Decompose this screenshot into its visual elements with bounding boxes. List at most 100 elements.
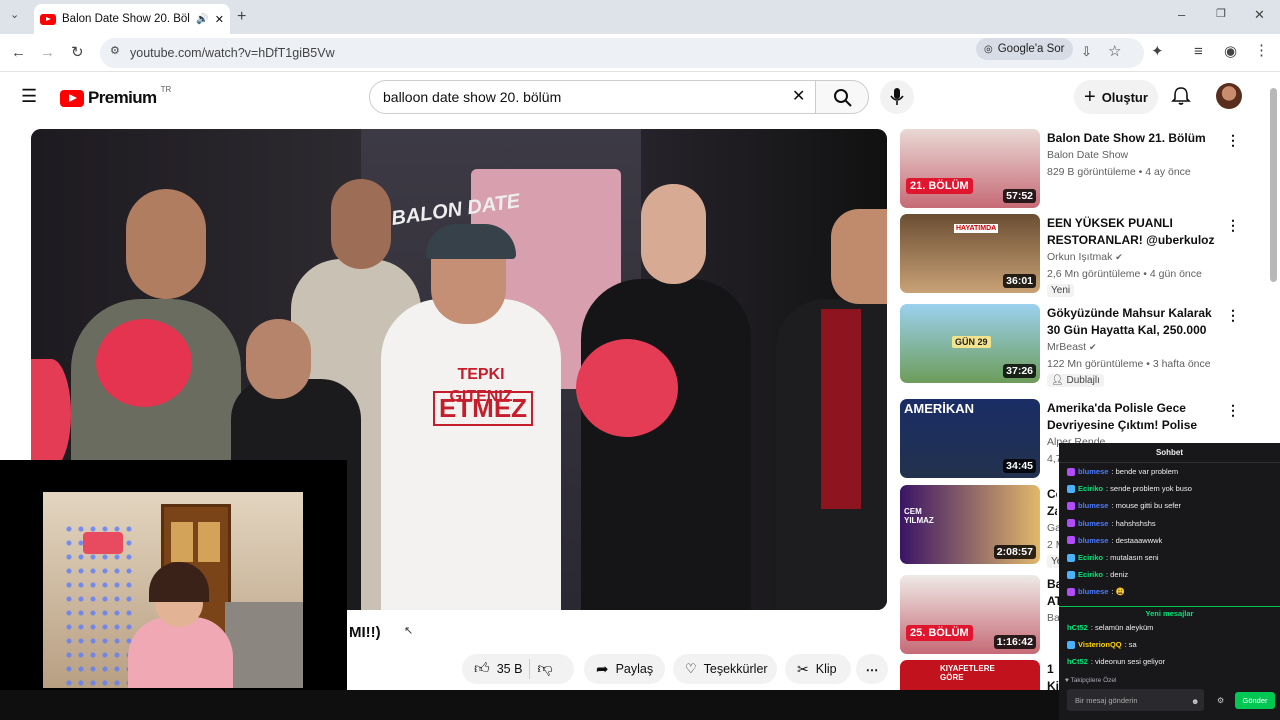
notifications-bell-icon[interactable] [1171,86,1191,106]
more-actions-button[interactable]: ⋯ [856,654,888,684]
chat-username[interactable]: blumese [1078,501,1108,510]
thanks-button[interactable]: ♡ Teşekkürler [673,654,777,684]
ask-google-button[interactable]: ◎ Google'a Sor [976,38,1073,60]
install-app-icon[interactable]: ⇩ [1081,45,1092,58]
share-arrow-icon: ➦ [596,661,609,678]
video-thumbnail[interactable]: 25. BÖLÜM 1:16:42 [900,575,1040,654]
video-thumbnail[interactable]: KIYAFETLERE GÖRE [900,660,1040,690]
voice-search-button[interactable] [880,80,914,114]
more-options-kebab-icon[interactable]: ⋮ [1226,402,1240,419]
media-control-icon[interactable]: ≡ [1194,44,1203,59]
search-query: balloon date show 20. bölüm [383,89,562,105]
dislike-thumb-down-icon[interactable]: 👎︎ [537,660,552,678]
chat-message: VisterionQQ: sa [1067,640,1137,649]
share-button[interactable]: ➦ Paylaş [584,654,665,684]
like-count[interactable]: 35 B [497,662,523,676]
chat-text: : selamün aleyküm [1090,623,1154,632]
recommendation-title[interactable]: Amerika'da Polisle Gece Devriyesine Çıkt… [1047,400,1217,434]
mouse-cursor-icon: ↖ [404,625,414,637]
chat-username[interactable]: blumese [1078,536,1108,545]
chat-settings-gear-icon[interactable]: ⚙ [1217,696,1224,705]
hamburger-menu-icon[interactable]: ☰ [21,87,37,105]
emoji-icon[interactable]: ☻ [1191,697,1199,706]
youtube-logo[interactable]: Premium TR [60,85,171,108]
search-input[interactable]: balloon date show 20. bölüm ✕ [369,80,816,114]
search-button[interactable] [815,80,869,114]
red-balloon [96,319,192,407]
tab-audio-icon[interactable]: 🔊 [196,14,208,25]
browser-tab-active[interactable]: Balon Date Show 20. Bölüm 🔊 ✕ [34,4,230,34]
chat-username[interactable]: blumese [1078,587,1108,596]
chat-username[interactable]: Eciriko [1078,484,1103,493]
tab-close-icon[interactable]: ✕ [215,13,224,26]
recommendation-title[interactable]: Gökyüzünde Mahsur Kalarak 30 Gün Hayatta… [1047,305,1217,339]
clear-search-icon[interactable]: ✕ [792,89,805,105]
chat-username[interactable]: VisterionQQ [1078,640,1122,649]
recommendation-item[interactable]: GÜN 29 37:26 Gökyüzünde Mahsur Kalarak 3… [900,304,1260,387]
person-white-shirt-figure [381,299,561,610]
page-scrollbar[interactable] [1270,88,1277,282]
chat-username[interactable]: blumese [1078,519,1108,528]
channel-name[interactable]: Orkun Işıtmak ✔ [1047,251,1123,263]
forward-arrow-icon[interactable]: → [40,45,55,60]
video-thumbnail[interactable]: AMERİKAN 34:45 [900,399,1040,478]
chat-text: : mouse gitti bu sefer [1111,501,1182,511]
extensions-puzzle-icon[interactable]: ✦ [1151,44,1164,59]
video-thumbnail[interactable]: HAYATIMDA 36:01 [900,214,1040,293]
duration-badge: 34:45 [1003,459,1036,473]
site-info-icon[interactable]: ⚙ [110,46,120,57]
window-close-icon[interactable]: ✕ [1254,8,1265,21]
logo-premium-text: Premium [88,88,157,107]
video-thumbnail[interactable]: 21. BÖLÜM 57:52 [900,129,1040,208]
recommendation-title[interactable]: EEN YÜKSEK PUANLI RESTORANLAR! @uberkulo… [1047,215,1217,249]
recommendation-item[interactable]: HAYATIMDA 36:01 EEN YÜKSEK PUANLI RESTOR… [900,214,1260,297]
channel-name[interactable]: MrBeast ✔ [1047,341,1097,353]
thumbnail-caption: GÜN 29 [952,336,991,348]
window-minimize-icon[interactable]: – [1178,8,1185,21]
recommendation-title[interactable]: 1 Ki [1047,661,1059,690]
chat-input[interactable]: Bir mesaj gönderin [1067,689,1204,711]
create-button[interactable]: + Oluştur [1074,80,1158,114]
send-button[interactable]: Gönder [1235,692,1275,709]
more-options-kebab-icon[interactable]: ⋮ [1226,307,1240,324]
chat-message: blumese: 😩 [1067,587,1125,596]
chat-mode: ♥ Takipçilere Özel [1065,677,1117,684]
chat-message: blumese: hahshshshs [1067,519,1156,528]
back-arrow-icon[interactable]: ← [11,45,26,60]
view-meta: 829 B görüntüleme • 4 ay önce [1047,166,1191,178]
reload-icon[interactable]: ↻ [71,45,84,60]
bookmark-star-icon[interactable]: ☆ [1108,44,1121,59]
new-badge: Yeni [1047,284,1075,297]
chat-username[interactable]: hCt52 [1067,657,1088,666]
video-thumbnail[interactable]: CEM YILMAZ 2:08:57 [900,485,1040,564]
window-maximize-icon[interactable]: ❐ [1216,9,1226,20]
chat-text: : 😩 [1111,587,1125,597]
chat-text: : bende var problem [1111,467,1179,476]
browser-menu-icon[interactable]: ⋮ [1254,43,1269,58]
ask-google-label: Google'a Sor [997,43,1065,55]
more-options-kebab-icon[interactable]: ⋮ [1226,217,1240,234]
recommendation-title[interactable]: Ba AT [1047,576,1059,610]
google-lens-icon: ◎ [984,43,993,55]
more-options-kebab-icon[interactable]: ⋮ [1226,132,1240,149]
channel-name[interactable]: Ba [1047,612,1060,624]
clip-button[interactable]: ✂ Klip [785,654,851,684]
recommendation-title[interactable]: Ce Za [1047,486,1057,520]
chat-username[interactable]: hCt52 [1067,623,1088,632]
new-messages-divider: Yeni mesajlar [1059,606,1280,618]
recommendation-item[interactable]: 21. BÖLÜM 57:52 Balon Date Show 21. Bölü… [900,129,1260,211]
like-thumb-up-icon[interactable]: 👍︎ [474,660,490,678]
chat-username[interactable]: blumese [1078,467,1108,476]
chat-username[interactable]: Eciriko [1078,553,1103,562]
recommendation-title[interactable]: Balon Date Show 21. Bölüm [1047,130,1217,147]
tab-list-chevron-icon[interactable]: ⌄ [10,10,19,21]
profile-icon[interactable]: ◉ [1224,44,1237,59]
user-avatar[interactable] [1216,83,1242,109]
channel-name[interactable]: Balon Date Show [1047,149,1128,161]
video-thumbnail[interactable]: GÜN 29 37:26 [900,304,1040,383]
microphone-icon [890,88,904,105]
shirt-text-2: ETMEZ [433,391,533,426]
chat-message: blumese: destaaawwwk [1067,536,1162,545]
chat-username[interactable]: Eciriko [1078,570,1103,579]
new-tab-plus-icon[interactable]: + [237,9,246,25]
